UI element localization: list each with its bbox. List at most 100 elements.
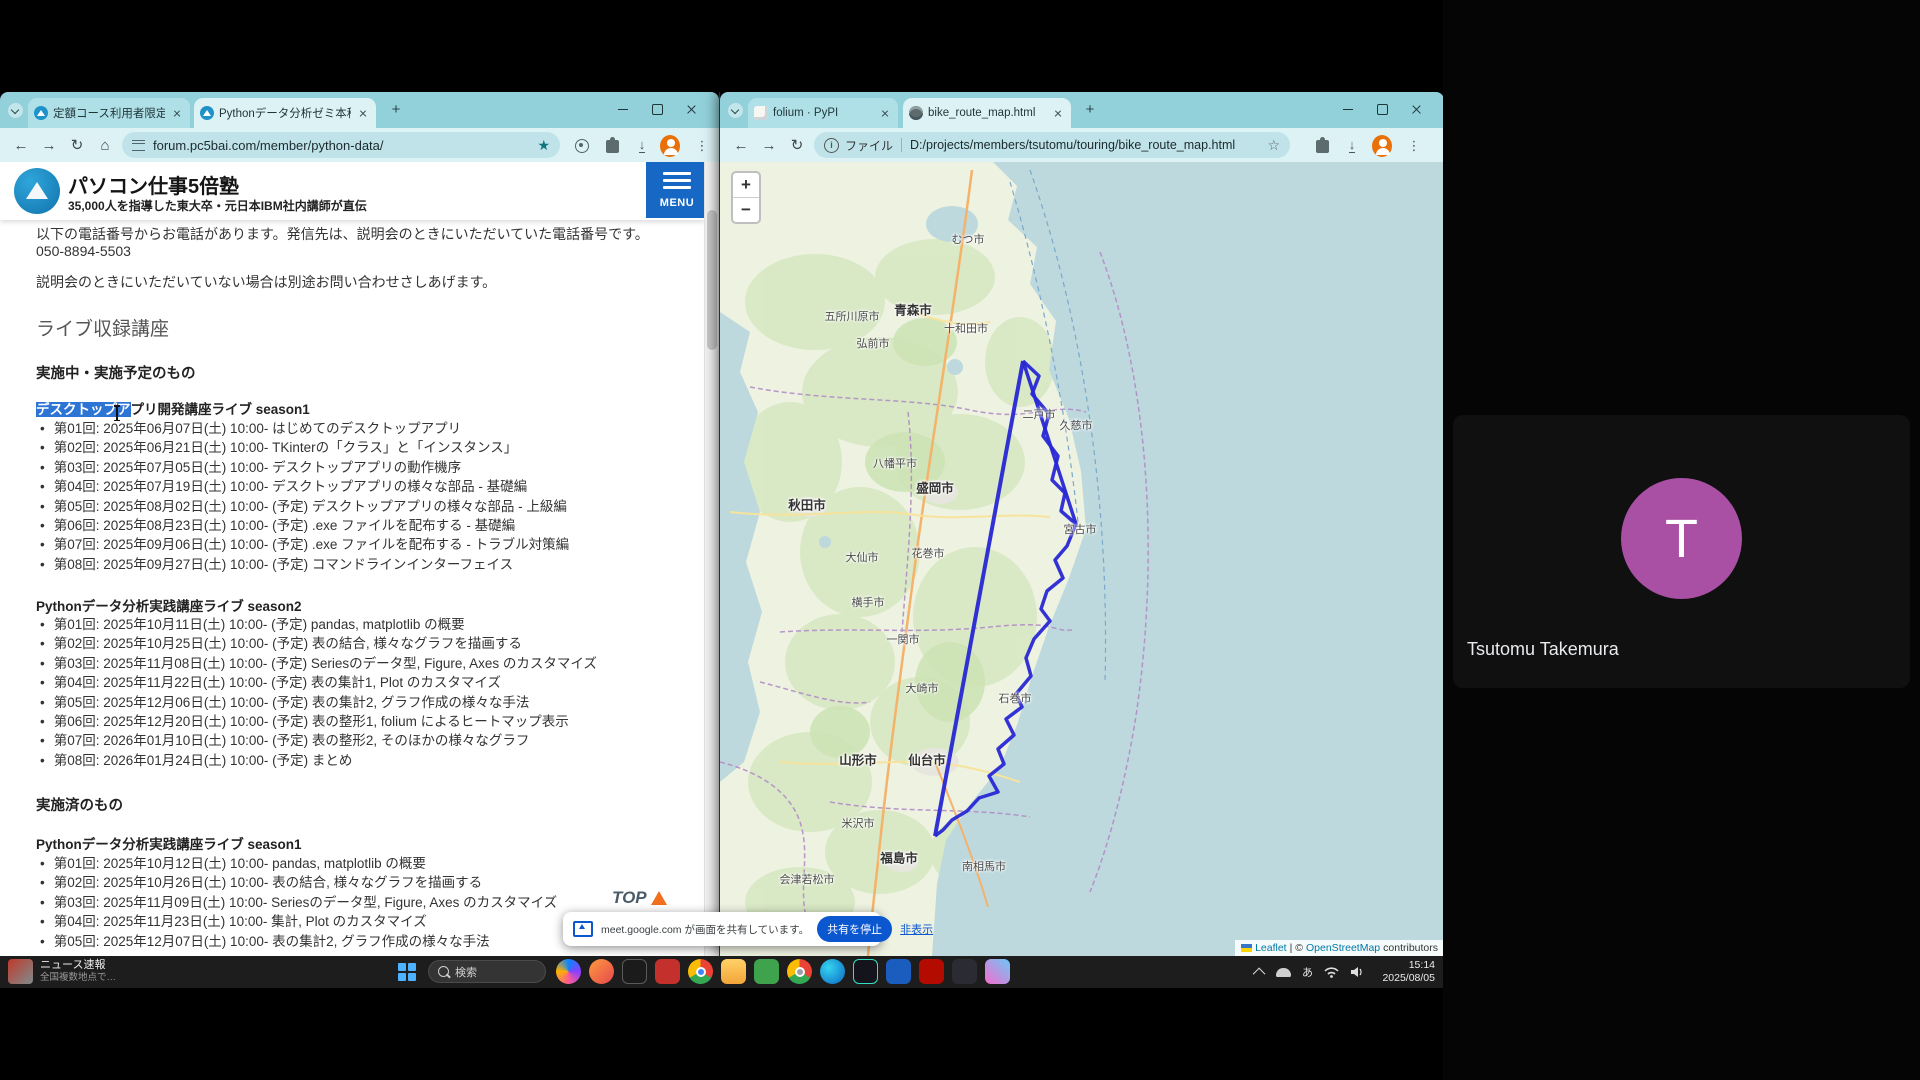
done-list: 第01回: 2025年10月12日(土) 10:00- pandas, matp… xyxy=(40,854,557,951)
stop-sharing-button[interactable]: 共有を停止 xyxy=(817,916,892,942)
tab-search-chevron-icon[interactable] xyxy=(8,103,23,118)
hidden-icons-chevron-icon[interactable] xyxy=(1253,967,1266,980)
hide-button[interactable]: 非表示 xyxy=(900,921,933,937)
news-widget[interactable]: ニュース速報 全国複数地点で… xyxy=(8,959,116,984)
scrollbar-thumb[interactable] xyxy=(707,210,717,350)
window-minimize-button[interactable] xyxy=(608,92,638,126)
ime-indicator[interactable]: あ xyxy=(1302,964,1313,980)
tab-teigaku-course[interactable]: 定額コース利用者限定 2025年08 xyxy=(28,98,190,128)
profile-avatar-icon[interactable] xyxy=(660,136,680,156)
pycharm-icon[interactable] xyxy=(853,959,878,984)
taskbar-clock[interactable]: 15:14 2025/08/05 xyxy=(1382,959,1435,985)
tab-folium-pypi[interactable]: folium · PyPI xyxy=(748,98,898,128)
leaflet-map[interactable]: むつ市青森市五所川原市弘前市十和田市二戸市久慈市八幡平市盛岡市秋田市宮古市花巻市… xyxy=(720,162,1444,956)
photos-icon[interactable] xyxy=(985,959,1010,984)
done-heading: 実施済のもの xyxy=(36,794,123,815)
onedrive-cloud-icon[interactable] xyxy=(1276,968,1291,977)
city-label-十和田市: 十和田市 xyxy=(944,320,988,336)
city-label-秋田市: 秋田市 xyxy=(788,495,826,514)
copilot-icon[interactable] xyxy=(556,959,581,984)
word-icon[interactable] xyxy=(886,959,911,984)
back-icon[interactable]: ← xyxy=(730,135,752,157)
city-label-八幡平市: 八幡平市 xyxy=(873,455,917,471)
window-close-button[interactable] xyxy=(676,92,706,126)
profile-avatar-icon[interactable] xyxy=(1372,136,1392,156)
back-to-top-button[interactable]: TOP xyxy=(612,888,667,908)
lens-icon[interactable] xyxy=(572,136,592,156)
file-info-icon[interactable]: i xyxy=(824,138,839,153)
forward-icon[interactable]: → xyxy=(38,135,60,157)
news-subtitle: 全国複数地点で… xyxy=(40,972,116,984)
tab-title: bike_route_map.html xyxy=(928,107,1046,119)
page-content: パソコン仕事5倍塾 35,000人を指導した東大卒・元日本IBM社内講師が直伝 … xyxy=(0,162,719,956)
explorer-icon[interactable] xyxy=(721,959,746,984)
tab-python-data[interactable]: Pythonデータ分析ゼミ本科生 ポー xyxy=(194,98,376,128)
share-message: meet.google.com が画面を共有しています。 xyxy=(601,922,809,937)
acrobat-icon[interactable] xyxy=(919,959,944,984)
course-item: 第03回: 2025年11月09日(土) 10:00- Seriesのデータ型,… xyxy=(40,893,557,912)
window-close-button[interactable] xyxy=(1401,92,1431,126)
tab-close-icon[interactable] xyxy=(170,106,184,120)
start-button[interactable] xyxy=(398,963,416,981)
wifi-icon[interactable] xyxy=(1324,966,1339,978)
terminal-icon[interactable] xyxy=(622,959,647,984)
address-bar[interactable]: forum.pc5bai.com/member/python-data/ ★ xyxy=(122,132,560,158)
volume-icon[interactable] xyxy=(1350,966,1363,978)
app-dark-icon[interactable] xyxy=(952,959,977,984)
season2-list: 第01回: 2025年10月11日(土) 10:00- (予定) pandas,… xyxy=(40,615,597,770)
window-maximize-button[interactable] xyxy=(1367,92,1397,126)
phone-number: 050-8894-5503 xyxy=(36,243,131,259)
page-scrollbar[interactable] xyxy=(704,162,719,956)
tab-close-icon[interactable] xyxy=(878,106,892,120)
tab-search-chevron-icon[interactable] xyxy=(728,103,743,118)
downloads-icon[interactable]: ↓ xyxy=(632,136,652,156)
season1-list: 第01回: 2025年06月07日(土) 10:00- はじめてのデスクトップア… xyxy=(40,419,569,574)
forward-icon[interactable]: → xyxy=(758,135,780,157)
edge-icon[interactable] xyxy=(820,959,845,984)
app-green-icon[interactable] xyxy=(754,959,779,984)
address-bar[interactable]: i ファイル D:/projects/members/tsutomu/touri… xyxy=(814,132,1290,158)
chrome-menu-kebab-icon[interactable]: ⋮ xyxy=(692,136,712,156)
course-item: 第08回: 2025年09月27日(土) 10:00- (予定) コマンドライン… xyxy=(40,555,569,574)
home-icon[interactable]: ⌂ xyxy=(94,135,116,157)
leaflet-link[interactable]: Leaflet xyxy=(1255,942,1287,954)
reload-icon[interactable]: ↻ xyxy=(66,135,88,157)
course-item: 第08回: 2026年01月24日(土) 10:00- (予定) まとめ xyxy=(40,751,597,770)
zoom-in-button[interactable]: + xyxy=(733,173,759,198)
extensions-puzzle-icon[interactable] xyxy=(1312,136,1332,156)
window-minimize-button[interactable] xyxy=(1333,92,1363,126)
chrome-menu-kebab-icon[interactable]: ⋮ xyxy=(1404,136,1424,156)
tab-strip-left: 定額コース利用者限定 2025年08 Pythonデータ分析ゼミ本科生 ポー + xyxy=(0,92,719,128)
meet-share-bar: meet.google.com が画面を共有しています。 共有を停止 非表示 xyxy=(563,912,881,946)
back-icon[interactable]: ← xyxy=(10,135,32,157)
up-arrow-icon xyxy=(651,891,667,905)
window-maximize-button[interactable] xyxy=(642,92,672,126)
reload-icon[interactable]: ↻ xyxy=(786,135,808,157)
file-path-text: D:/projects/members/tsutomu/touring/bike… xyxy=(910,138,1267,152)
bookmark-star-icon[interactable]: ★ xyxy=(537,137,550,154)
osm-link[interactable]: OpenStreetMap xyxy=(1306,942,1380,954)
city-label-二戸市: 二戸市 xyxy=(1023,406,1056,422)
site-info-icon[interactable] xyxy=(132,140,145,151)
new-tab-button[interactable]: + xyxy=(388,102,404,118)
url-text: forum.pc5bai.com/member/python-data/ xyxy=(153,138,537,153)
new-tab-button[interactable]: + xyxy=(1082,102,1098,118)
tab-title: Pythonデータ分析ゼミ本科生 ポー xyxy=(219,105,351,121)
course-item: 第01回: 2025年10月11日(土) 10:00- (予定) pandas,… xyxy=(40,615,597,634)
menu-button[interactable]: MENU xyxy=(646,162,708,218)
app-red-icon[interactable] xyxy=(655,959,680,984)
zoom-out-button[interactable]: − xyxy=(733,198,759,222)
browser-profile-icon[interactable] xyxy=(787,959,812,984)
tab-bike-route-map[interactable]: bike_route_map.html xyxy=(903,98,1071,128)
tab-close-icon[interactable] xyxy=(1051,106,1065,120)
downloads-icon[interactable]: ↓ xyxy=(1342,136,1362,156)
taskbar-search[interactable]: 検索 xyxy=(428,960,546,983)
clock-time: 15:14 xyxy=(1382,959,1435,972)
site-logo-icon[interactable] xyxy=(14,168,60,214)
app-orange-icon[interactable] xyxy=(589,959,614,984)
screen-share-stage: 定額コース利用者限定 2025年08 Pythonデータ分析ゼミ本科生 ポー +… xyxy=(0,0,1920,1080)
extensions-puzzle-icon[interactable] xyxy=(602,136,622,156)
tab-close-icon[interactable] xyxy=(356,106,370,120)
chrome-icon[interactable] xyxy=(688,959,713,984)
bookmark-star-icon[interactable]: ☆ xyxy=(1267,137,1280,154)
